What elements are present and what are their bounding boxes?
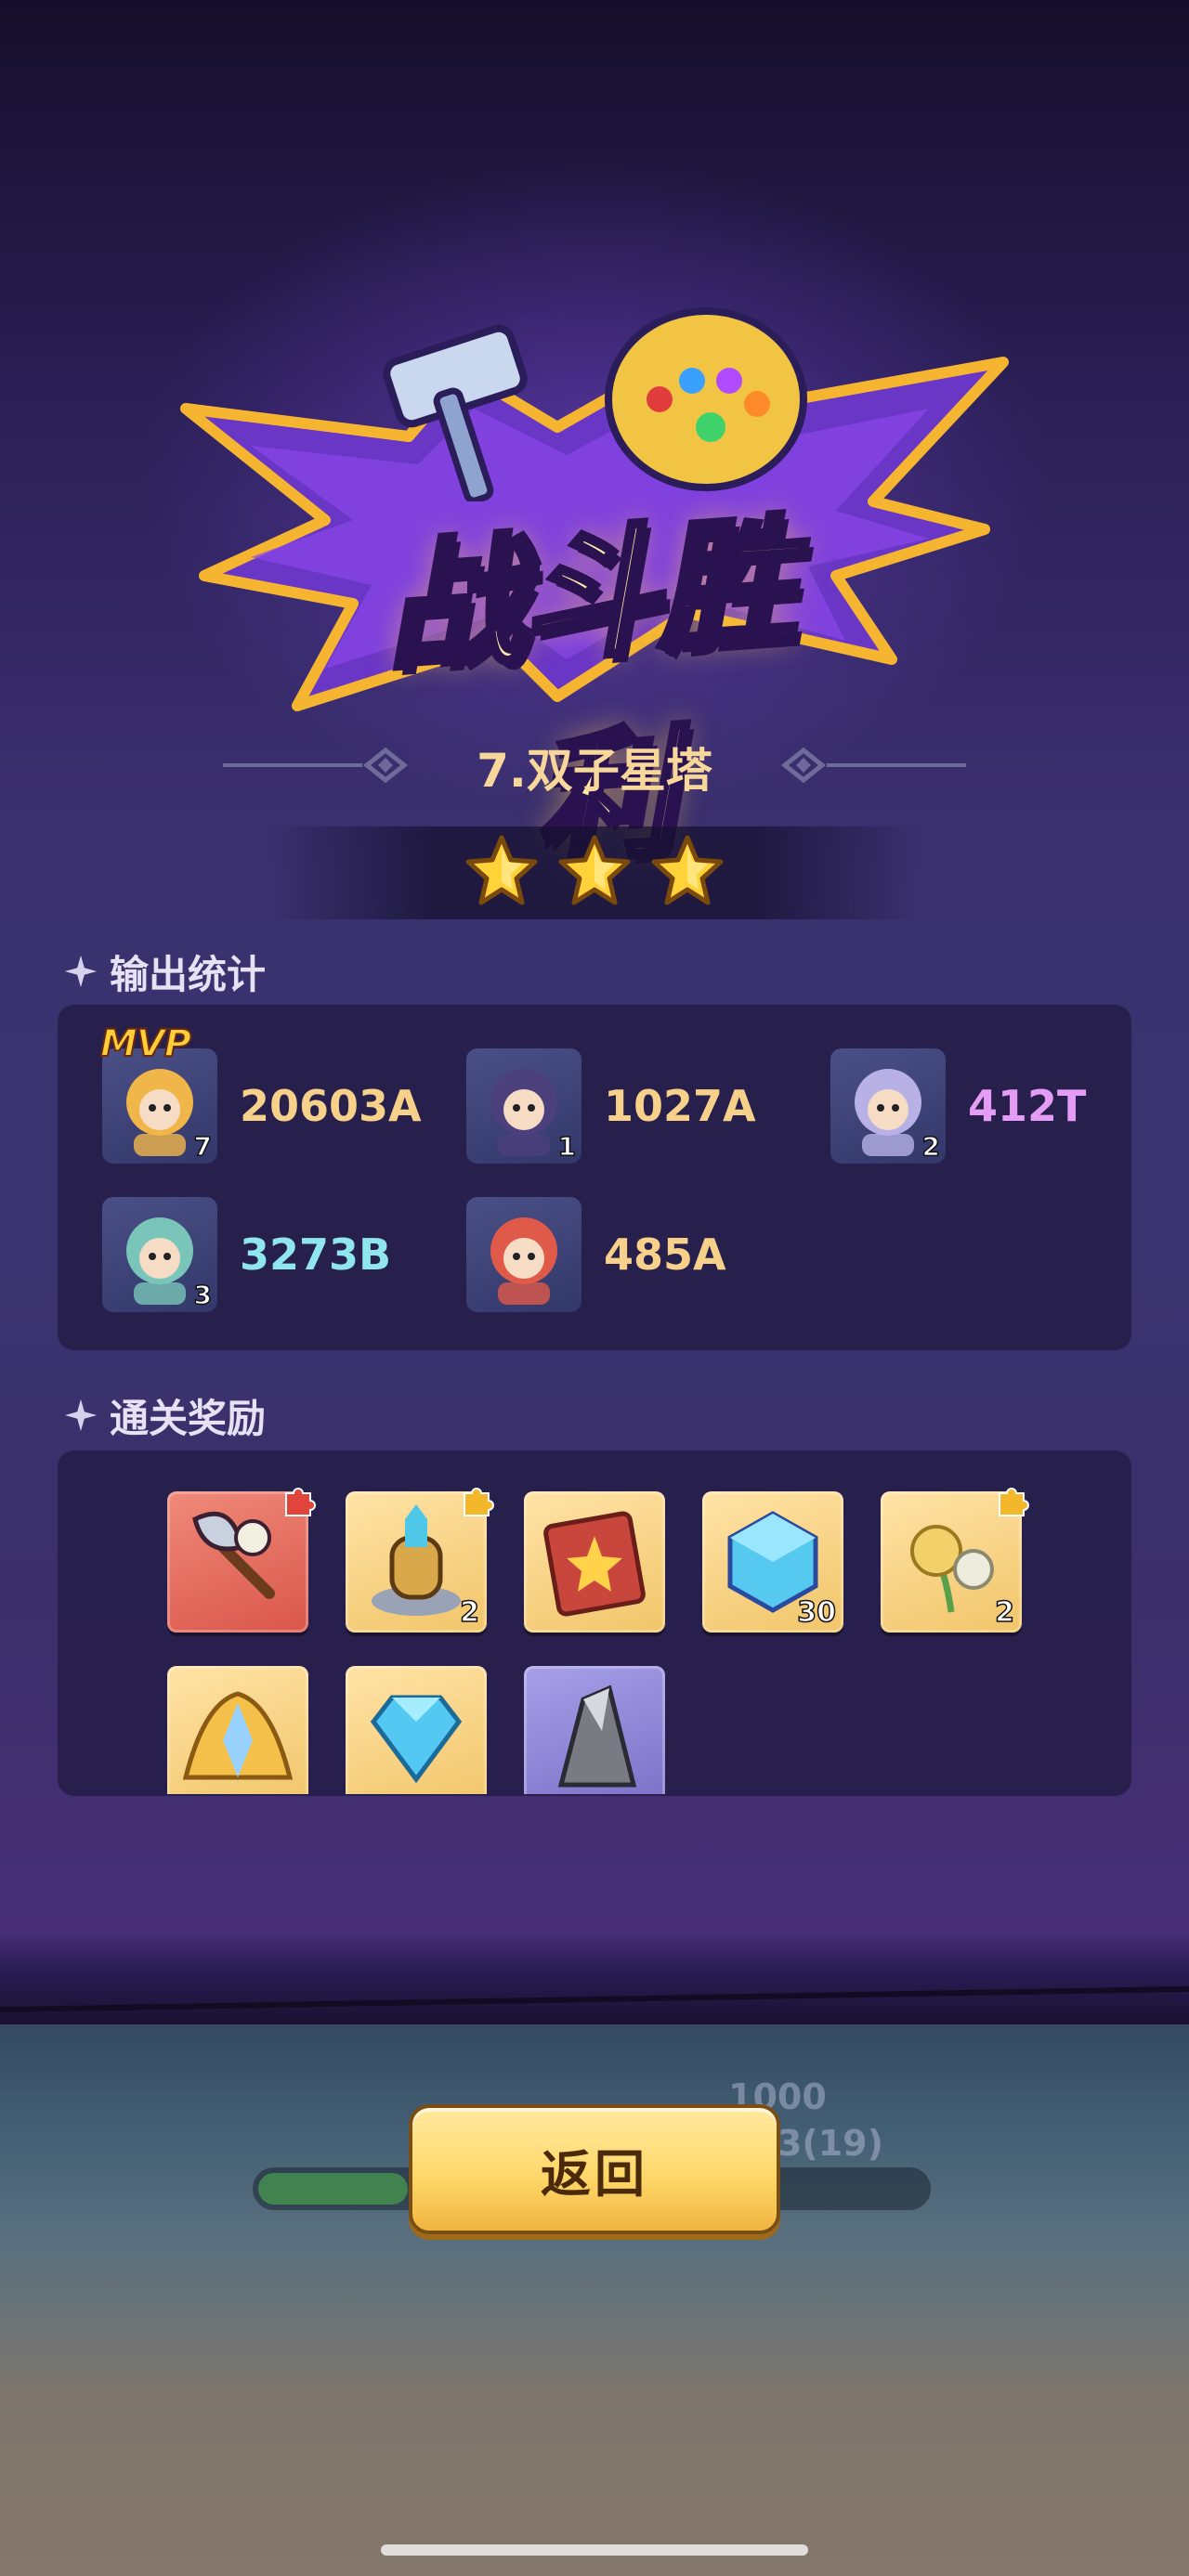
hero-damage: 20603A	[240, 1081, 422, 1131]
sparkle-icon	[64, 955, 98, 988]
star-icon	[558, 835, 631, 905]
hero-level: 7	[193, 1130, 213, 1163]
hero-damage: 485A	[604, 1229, 726, 1280]
puzzle-piece-icon	[464, 1488, 494, 1516]
rewards-label: 通关奖励	[110, 1395, 267, 1441]
hero-portrait: 7 MVP	[99, 1021, 217, 1164]
hero-stat[interactable]: 2 412T	[830, 1046, 1183, 1166]
hero-stat[interactable]: 7 MVP 20603A	[99, 1021, 455, 1166]
hammer-icon	[383, 324, 528, 501]
reward-item[interactable]	[167, 1666, 308, 1794]
sparkle-icon	[64, 1399, 98, 1432]
hero-stat[interactable]: 485A	[466, 1194, 819, 1315]
damage-stats-label: 输出统计	[110, 951, 267, 997]
level-title: 7.双子星塔	[477, 744, 712, 798]
rewards-panel: 2 30 2	[58, 1451, 1131, 1796]
mvp-badge: MVP	[99, 1021, 192, 1066]
hero-level: 3	[193, 1279, 213, 1311]
battlefield-background	[0, 1978, 1189, 2576]
spellbook-icon	[543, 1511, 646, 1617]
damage-stats-panel: 7 MVP 20603A 1 1027A 2 412T 3 3273B 485A	[58, 1005, 1131, 1350]
star-icon	[651, 835, 724, 905]
reward-item[interactable]: 2	[881, 1488, 1029, 1633]
back-button-label: 返回	[541, 2144, 648, 2204]
hero-portrait: 1	[466, 1048, 581, 1164]
star-rating	[464, 834, 725, 908]
hero-portrait	[466, 1197, 581, 1312]
panel-divider	[0, 1932, 1189, 2024]
star-icon	[465, 835, 538, 905]
winged-emblem-icon	[182, 1691, 294, 1780]
reward-item[interactable]	[524, 1666, 665, 1794]
hero-portrait: 3	[102, 1197, 217, 1312]
reward-count: 30	[797, 1595, 837, 1630]
reward-count: 2	[994, 1595, 1014, 1630]
rewards-list[interactable]: 2 30 2	[58, 1451, 1131, 1794]
hero-damage: 412T	[968, 1081, 1087, 1131]
rewards-header: 通关奖励	[63, 1387, 266, 1443]
reward-item[interactable]: 30	[702, 1491, 843, 1633]
hero-stat[interactable]: 1 1027A	[466, 1046, 819, 1166]
hero-portrait: 2	[830, 1048, 946, 1164]
reward-count: 2	[459, 1595, 479, 1630]
reward-item[interactable]	[167, 1488, 316, 1633]
hero-stat[interactable]: 3 3273B	[102, 1194, 455, 1315]
damage-stats-header: 输出统计	[63, 943, 266, 999]
reward-item[interactable]	[524, 1491, 665, 1633]
level-header: 7.双子星塔	[0, 734, 1189, 799]
reward-item[interactable]	[346, 1666, 487, 1794]
reward-item[interactable]: 2	[346, 1488, 494, 1633]
home-indicator[interactable]	[381, 2544, 808, 2556]
stone-shard-icon	[557, 1685, 637, 1788]
hero-avatar-icon	[490, 1217, 557, 1305]
back-button[interactable]: 返回	[409, 2104, 780, 2234]
victory-banner: 战斗胜利	[167, 297, 1022, 886]
hero-level: 2	[921, 1130, 941, 1163]
puzzle-piece-icon	[999, 1488, 1029, 1516]
hero-damage: 1027A	[604, 1081, 756, 1131]
diamond-icon	[370, 1695, 463, 1784]
hero-damage: 3273B	[240, 1229, 392, 1280]
puzzle-piece-icon	[285, 1488, 316, 1516]
ornament-right-icon	[780, 747, 966, 784]
hero-level: 1	[557, 1130, 577, 1163]
